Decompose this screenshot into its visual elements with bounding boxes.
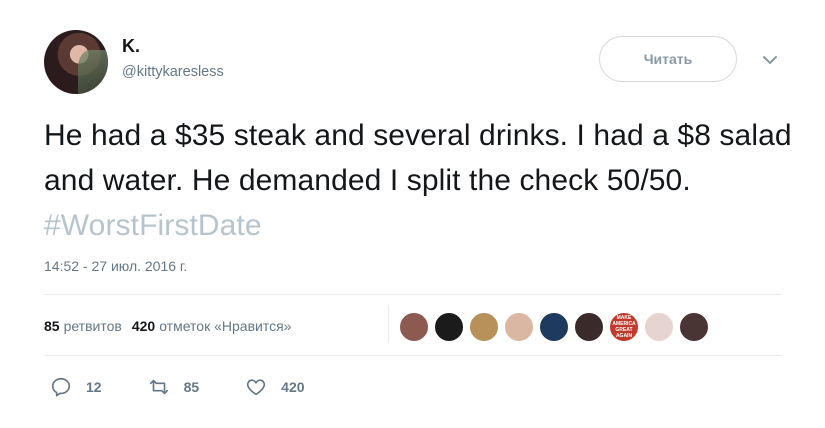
likes-stat[interactable]: 420 отметок «Нравится» xyxy=(132,318,292,334)
retweet-count: 85 xyxy=(183,379,200,395)
retweet-button[interactable]: 85 xyxy=(148,376,200,398)
liker-avatar[interactable] xyxy=(504,312,534,342)
author-avatar[interactable] xyxy=(44,30,108,94)
likes-label: отметок «Нравится» xyxy=(159,318,292,334)
like-count: 420 xyxy=(281,379,305,395)
author-handle[interactable]: @kittykaresless xyxy=(122,64,224,80)
reply-icon xyxy=(51,377,71,397)
heart-icon xyxy=(247,379,266,396)
liker-avatar[interactable] xyxy=(644,312,674,342)
retweet-icon xyxy=(149,379,168,395)
like-button[interactable]: 420 xyxy=(245,376,305,398)
engagement-stats: 85 ретвитов 420 отметок «Нравится» xyxy=(44,318,301,334)
liker-avatar[interactable] xyxy=(434,312,464,342)
liker-avatar[interactable]: MAKE AMERICA GREAT AGAIN xyxy=(609,312,639,342)
chevron-down-icon[interactable] xyxy=(760,50,780,70)
likes-count: 420 xyxy=(131,318,156,334)
liker-avatar[interactable] xyxy=(539,312,569,342)
divider-top xyxy=(44,294,782,295)
follow-button[interactable]: Читать xyxy=(599,36,737,82)
tweet-text: He had a $35 steak and several drinks. I… xyxy=(44,113,804,248)
stats-separator xyxy=(388,306,389,342)
reply-button[interactable]: 12 xyxy=(50,376,102,398)
liker-avatar[interactable] xyxy=(469,312,499,342)
liker-avatars: MAKE AMERICA GREAT AGAIN xyxy=(399,312,714,342)
liker-avatar[interactable] xyxy=(574,312,604,342)
author-name[interactable]: K. xyxy=(122,36,140,57)
liker-avatar[interactable] xyxy=(399,312,429,342)
retweets-count: 85 xyxy=(44,318,60,334)
tweet-timestamp[interactable]: 14:52 - 27 июл. 2016 г. xyxy=(44,258,187,274)
divider-bottom xyxy=(44,355,782,356)
tweet-body: He had a $35 steak and several drinks. I… xyxy=(44,119,792,197)
retweets-label: ретвитов xyxy=(63,318,122,334)
action-bar: 12 85 420 xyxy=(50,376,351,398)
tweet-card: K. @kittykaresless Читать He had a $35 s… xyxy=(0,0,825,428)
reply-count: 12 xyxy=(86,379,102,395)
hashtag-link[interactable]: #WorstFirstDate xyxy=(44,209,262,242)
retweets-stat[interactable]: 85 ретвитов xyxy=(44,318,122,334)
liker-avatar[interactable] xyxy=(679,312,709,342)
